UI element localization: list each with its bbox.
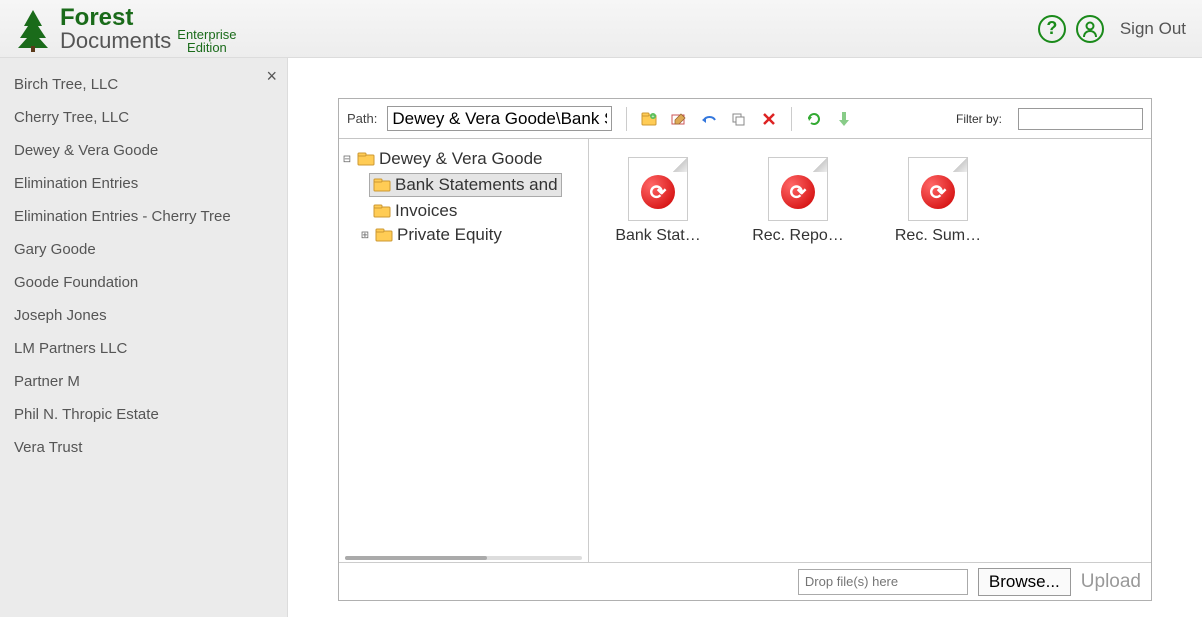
- file-item[interactable]: ⟳ Rec. Repo…: [743, 157, 853, 245]
- tree-label: Bank Statements and: [395, 175, 558, 195]
- sidebar-item[interactable]: Elimination Entries: [0, 167, 287, 200]
- refresh-icon[interactable]: [806, 111, 822, 127]
- sidebar-item[interactable]: Cherry Tree, LLC: [0, 101, 287, 134]
- logo-area: Forest Documents Enterprise Edition: [10, 4, 237, 54]
- fm-body: ⊟ Dewey & Vera Goode Bank Statements and…: [339, 139, 1151, 562]
- path-label: Path:: [347, 111, 377, 126]
- download-icon[interactable]: [836, 111, 852, 127]
- file-label: Rec. Repo…: [743, 227, 853, 245]
- new-folder-icon[interactable]: +: [641, 111, 657, 127]
- sidebar-item[interactable]: Elimination Entries - Cherry Tree: [0, 200, 287, 233]
- sidebar-item[interactable]: Phil N. Thropic Estate: [0, 398, 287, 431]
- fm-toolbar: Path: + Filter by:: [339, 99, 1151, 139]
- tree-child[interactable]: Invoices: [341, 199, 586, 223]
- pdf-icon: ⟳: [768, 157, 828, 221]
- logo-text: Forest Documents Enterprise Edition: [60, 4, 237, 54]
- sidebar-item[interactable]: Joseph Jones: [0, 299, 287, 332]
- main-area: × Birch Tree, LLC Cherry Tree, LLC Dewey…: [0, 58, 1202, 617]
- help-icon[interactable]: ?: [1038, 15, 1066, 43]
- pdf-icon: ⟳: [908, 157, 968, 221]
- sidebar-item[interactable]: Dewey & Vera Goode: [0, 134, 287, 167]
- close-icon[interactable]: ×: [266, 66, 277, 87]
- fm-footer: Browse... Upload: [339, 562, 1151, 600]
- filter-label: Filter by:: [956, 112, 1002, 126]
- drop-input[interactable]: [798, 569, 968, 595]
- path-input[interactable]: [387, 106, 612, 131]
- sidebar-item[interactable]: LM Partners LLC: [0, 332, 287, 365]
- delete-icon[interactable]: [761, 111, 777, 127]
- svg-text:+: +: [652, 114, 655, 120]
- expand-icon[interactable]: ⊞: [359, 230, 371, 241]
- filter-input[interactable]: [1018, 108, 1143, 130]
- edition-label: Enterprise Edition: [177, 28, 236, 54]
- tree-root-label: Dewey & Vera Goode: [379, 149, 542, 169]
- sidebar-item[interactable]: Birch Tree, LLC: [0, 68, 287, 101]
- undo-icon[interactable]: [701, 111, 717, 127]
- tree-child[interactable]: ⊞ Private Equity: [341, 223, 586, 247]
- sidebar-item[interactable]: Goode Foundation: [0, 266, 287, 299]
- toolbar-actions-2: [806, 111, 852, 127]
- tree-label: Private Equity: [397, 225, 502, 245]
- folder-icon: [373, 204, 391, 218]
- horizontal-scrollbar[interactable]: [345, 556, 582, 560]
- file-label: Bank Stat…: [603, 227, 713, 245]
- tree-root[interactable]: ⊟ Dewey & Vera Goode: [341, 147, 586, 171]
- file-item[interactable]: ⟳ Rec. Sum…: [883, 157, 993, 245]
- logo-bottom: Documents: [60, 28, 171, 54]
- rename-icon[interactable]: [671, 111, 687, 127]
- sidebar-item[interactable]: Partner M: [0, 365, 287, 398]
- app-header: Forest Documents Enterprise Edition ? Si…: [0, 0, 1202, 58]
- folder-icon: [373, 178, 391, 192]
- files-pane: ⟳ Bank Stat… ⟳ Rec. Repo… ⟳ Rec. Sum…: [589, 139, 1151, 562]
- upload-button[interactable]: Upload: [1081, 571, 1141, 593]
- collapse-icon[interactable]: ⊟: [341, 154, 353, 165]
- header-right: ? Sign Out: [1038, 15, 1186, 43]
- content-area: Path: + Filter by:: [288, 58, 1202, 617]
- tree-logo-icon: [10, 6, 56, 52]
- file-manager: Path: + Filter by:: [338, 98, 1152, 601]
- sidebar-item[interactable]: Gary Goode: [0, 233, 287, 266]
- divider: [626, 107, 627, 131]
- folder-tree: ⊟ Dewey & Vera Goode Bank Statements and…: [339, 139, 589, 562]
- browse-button[interactable]: Browse...: [978, 568, 1071, 596]
- folder-icon: [357, 152, 375, 166]
- pdf-icon: ⟳: [628, 157, 688, 221]
- user-icon[interactable]: [1076, 15, 1104, 43]
- signout-link[interactable]: Sign Out: [1120, 19, 1186, 39]
- folder-icon: [375, 228, 393, 242]
- file-label: Rec. Sum…: [883, 227, 993, 245]
- copy-icon[interactable]: [731, 111, 747, 127]
- file-item[interactable]: ⟳ Bank Stat…: [603, 157, 713, 245]
- sidebar-item[interactable]: Vera Trust: [0, 431, 287, 464]
- tree-label: Invoices: [395, 201, 457, 221]
- toolbar-actions: +: [641, 111, 777, 127]
- divider: [791, 107, 792, 131]
- tree-child[interactable]: Bank Statements and: [341, 171, 586, 199]
- sidebar: × Birch Tree, LLC Cherry Tree, LLC Dewey…: [0, 58, 288, 617]
